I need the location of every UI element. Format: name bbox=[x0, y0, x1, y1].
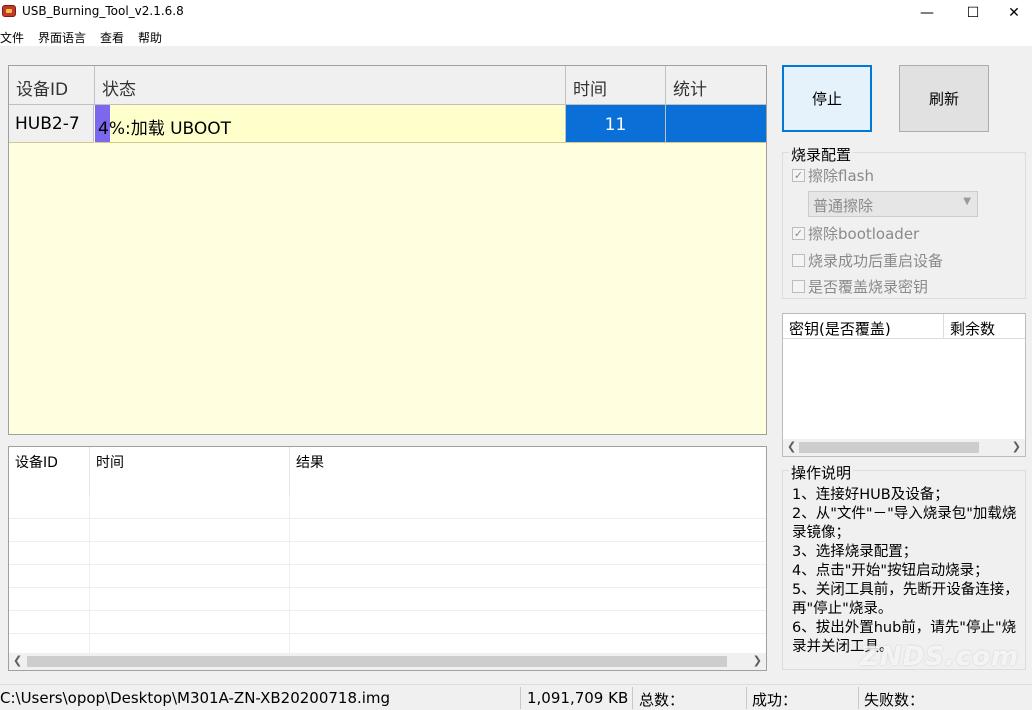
device-row[interactable]: HUB2-7 4%:加载 UBOOT 11 bbox=[9, 105, 766, 144]
help-line: 3、选择烧录配置； bbox=[792, 544, 918, 560]
check-icon: ✓ bbox=[792, 169, 805, 182]
erase-bootloader-checkbox[interactable]: ✓ 擦除bootloader bbox=[792, 223, 919, 244]
help-line: 4、点击"开始"按钮启动烧录； bbox=[792, 563, 989, 579]
total-count: 总数： bbox=[639, 691, 685, 709]
list-item bbox=[9, 565, 766, 588]
header-status[interactable]: 状态 bbox=[95, 66, 566, 104]
help-text: 1、连接好HUB及设备； 2、从"文件"－"导入烧录包"加载烧录镜像； 3、选择… bbox=[792, 486, 1024, 657]
maximize-icon[interactable]: ☐ bbox=[950, 0, 996, 26]
erase-mode-value: 普通擦除 bbox=[813, 197, 874, 215]
scroll-left-icon[interactable]: ❮ bbox=[787, 440, 796, 453]
scroll-left-icon[interactable]: ❮ bbox=[13, 654, 22, 667]
check-icon: ✓ bbox=[792, 227, 805, 240]
list-item bbox=[9, 519, 766, 542]
chevron-down-icon: ▼ bbox=[963, 196, 971, 207]
device-stats-cell bbox=[666, 105, 766, 143]
list-item bbox=[9, 496, 766, 519]
menu-help[interactable]: 帮助 bbox=[138, 26, 162, 46]
menu-view[interactable]: 查看 bbox=[100, 26, 124, 46]
erase-bootloader-label: 擦除bootloader bbox=[808, 225, 920, 243]
status-bar: C:\Users\opop\Desktop\M301A-ZN-XB2020071… bbox=[0, 684, 1032, 710]
watermark-logo: ZNDS.com bbox=[860, 642, 1020, 672]
erase-flash-checkbox[interactable]: ✓ 擦除flash bbox=[792, 165, 874, 186]
refresh-button[interactable]: 刷新 bbox=[899, 65, 989, 132]
close-icon[interactable]: ✕ bbox=[996, 0, 1032, 26]
overwrite-key-checkbox[interactable]: 是否覆盖烧录密钥 bbox=[792, 276, 928, 297]
device-table-header: 设备ID 状态 时间 统计 bbox=[9, 66, 766, 105]
header-time[interactable]: 时间 bbox=[566, 66, 666, 104]
erase-mode-select[interactable]: 普通擦除 ▼ bbox=[808, 191, 978, 217]
scroll-right-icon[interactable]: ❯ bbox=[1012, 440, 1021, 453]
device-id-cell: HUB2-7 bbox=[9, 105, 94, 143]
result-header-result[interactable]: 结果 bbox=[290, 447, 766, 496]
checkbox-box bbox=[792, 254, 805, 267]
menu-language[interactable]: 界面语言 bbox=[38, 26, 86, 46]
device-table[interactable]: 设备ID 状态 时间 统计 HUB2-7 4%:加载 UBOOT 11 bbox=[8, 65, 767, 435]
stop-button[interactable]: 停止 bbox=[782, 65, 872, 132]
header-stats[interactable]: 统计 bbox=[666, 66, 766, 104]
menu-bar: 文件 界面语言 查看 帮助 bbox=[0, 26, 1032, 46]
result-table[interactable]: 设备ID 时间 结果 ❮ ❯ bbox=[8, 446, 767, 671]
help-line: 2、从"文件"－"导入烧录包"加载烧录镜像； bbox=[792, 506, 1017, 541]
checkbox-box bbox=[792, 280, 805, 293]
device-time-cell: 11 bbox=[566, 105, 666, 143]
title-bar: USB_Burning_Tool_v2.1.6.8 — ☐ ✕ bbox=[0, 0, 1032, 26]
result-hscrollbar[interactable]: ❮ ❯ bbox=[9, 653, 766, 670]
device-status-text: 4%:加载 UBOOT bbox=[98, 119, 232, 139]
minimize-icon[interactable]: — bbox=[904, 0, 950, 26]
reboot-after-label: 烧录成功后重启设备 bbox=[808, 252, 944, 270]
scroll-thumb[interactable] bbox=[799, 442, 979, 453]
key-table[interactable]: 密钥(是否覆盖) 剩余数 ❮ ❯ bbox=[782, 313, 1026, 457]
reboot-after-checkbox[interactable]: 烧录成功后重启设备 bbox=[792, 250, 943, 271]
header-device-id[interactable]: 设备ID bbox=[9, 66, 95, 104]
erase-flash-label: 擦除flash bbox=[808, 167, 874, 185]
burn-config-title: 烧录配置 bbox=[789, 144, 854, 165]
result-rows bbox=[9, 496, 766, 657]
key-header-key[interactable]: 密钥(是否覆盖) bbox=[783, 314, 944, 339]
burn-config-group: 烧录配置 ✓ 擦除flash 普通擦除 ▼ ✓ 擦除bootloader 烧录成… bbox=[782, 144, 1026, 299]
key-hscrollbar[interactable]: ❮ ❯ bbox=[783, 439, 1025, 456]
device-status-cell: 4%:加载 UBOOT bbox=[95, 105, 566, 143]
help-line: 5、关闭工具前，先断开设备连接，再"停止"烧录。 bbox=[792, 582, 1019, 617]
key-header-remaining[interactable]: 剩余数 bbox=[944, 314, 1025, 339]
fail-count: 失败数： bbox=[864, 691, 925, 709]
result-header-device-id[interactable]: 设备ID bbox=[9, 447, 90, 496]
success-count: 成功： bbox=[752, 691, 798, 709]
scroll-thumb[interactable] bbox=[27, 656, 727, 667]
result-header-time[interactable]: 时间 bbox=[90, 447, 290, 496]
list-item bbox=[9, 611, 766, 634]
list-item bbox=[9, 588, 766, 611]
image-path: C:\Users\opop\Desktop\M301A-ZN-XB2020071… bbox=[0, 689, 391, 707]
overwrite-key-label: 是否覆盖烧录密钥 bbox=[808, 278, 929, 296]
window-title: USB_Burning_Tool_v2.1.6.8 bbox=[22, 4, 184, 18]
scroll-right-icon[interactable]: ❯ bbox=[753, 654, 762, 667]
list-item bbox=[9, 542, 766, 565]
help-title: 操作说明 bbox=[789, 462, 854, 483]
help-group: 操作说明 1、连接好HUB及设备； 2、从"文件"－"导入烧录包"加载烧录镜像；… bbox=[782, 462, 1026, 670]
app-icon bbox=[2, 5, 16, 17]
image-size: 1,091,709 KB bbox=[527, 689, 629, 707]
menu-file[interactable]: 文件 bbox=[0, 26, 24, 46]
help-line: 1、连接好HUB及设备； bbox=[792, 487, 949, 503]
